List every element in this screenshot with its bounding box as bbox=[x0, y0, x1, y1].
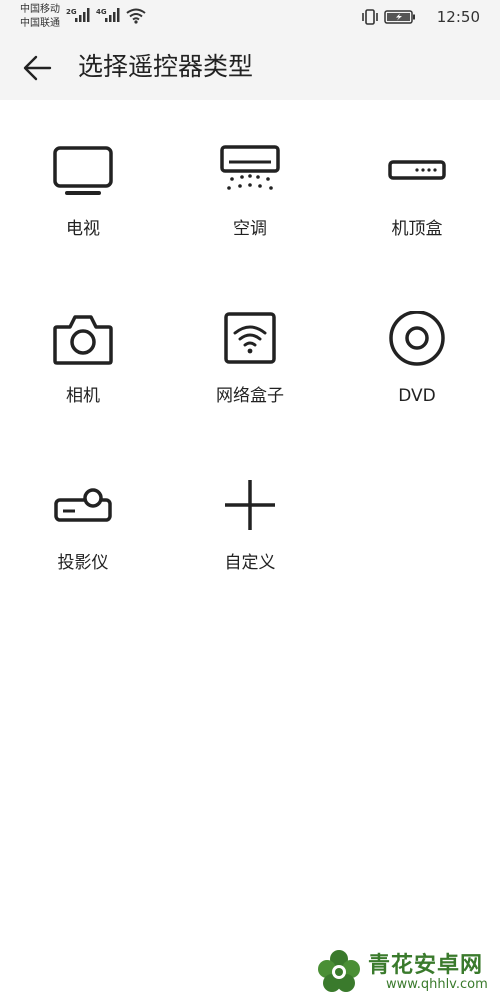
watermark-name: 青花安卓网 bbox=[368, 953, 484, 978]
carrier-1: 中国移动 bbox=[20, 4, 60, 15]
air-conditioner-icon bbox=[220, 145, 280, 190]
device-network-box[interactable]: 网络盒子 bbox=[190, 311, 310, 451]
flower-logo-icon bbox=[318, 950, 360, 992]
tv-icon bbox=[53, 146, 113, 195]
battery-icon bbox=[384, 10, 415, 24]
device-camera[interactable]: 相机 bbox=[23, 311, 143, 451]
signal-1: 2G bbox=[66, 6, 96, 26]
status-bar: 中国移动 中国联通 2G 4G 12:50 bbox=[0, 0, 500, 34]
projector-icon bbox=[54, 488, 112, 522]
carrier-2: 中国联通 bbox=[20, 18, 60, 29]
watermark-url: www.qhhlv.com bbox=[386, 977, 488, 992]
set-top-box-icon bbox=[388, 160, 446, 180]
device-label: 空调 bbox=[233, 219, 267, 239]
wifi-icon bbox=[126, 8, 146, 24]
device-label: 电视 bbox=[66, 219, 100, 239]
page-title: 选择遥控器类型 bbox=[78, 52, 254, 81]
signal-2: 4G bbox=[96, 6, 126, 26]
device-label: 网络盒子 bbox=[216, 386, 284, 406]
signal-bars-icon bbox=[105, 8, 120, 22]
device-label: DVD bbox=[398, 386, 436, 406]
device-tv[interactable]: 电视 bbox=[23, 144, 143, 284]
signal-bars-icon bbox=[75, 8, 90, 22]
device-label: 相机 bbox=[66, 386, 100, 406]
device-set-top-box[interactable]: 机顶盒 bbox=[357, 144, 477, 284]
vibrate-icon bbox=[362, 9, 378, 25]
device-label: 投影仪 bbox=[57, 553, 109, 573]
carrier-labels: 中国移动 中国联通 bbox=[20, 3, 60, 31]
dvd-icon bbox=[389, 311, 445, 366]
network-box-icon bbox=[224, 312, 276, 364]
device-custom[interactable]: 自定义 bbox=[190, 478, 310, 618]
clock: 12:50 bbox=[436, 8, 480, 26]
watermark: 青花安卓网 www.qhhlv.com bbox=[312, 945, 492, 1000]
back-button[interactable] bbox=[18, 48, 58, 88]
device-label: 自定义 bbox=[224, 553, 276, 573]
camera-icon bbox=[53, 315, 113, 365]
device-air-conditioner[interactable]: 空调 bbox=[190, 144, 310, 284]
device-projector[interactable]: 投影仪 bbox=[23, 478, 143, 618]
back-arrow-icon bbox=[23, 55, 52, 81]
plus-icon bbox=[225, 480, 275, 530]
device-label: 机顶盒 bbox=[391, 219, 443, 239]
status-right: 12:50 bbox=[360, 7, 480, 27]
title-bar: 选择遥控器类型 bbox=[0, 34, 500, 100]
device-dvd[interactable]: DVD bbox=[357, 311, 477, 451]
